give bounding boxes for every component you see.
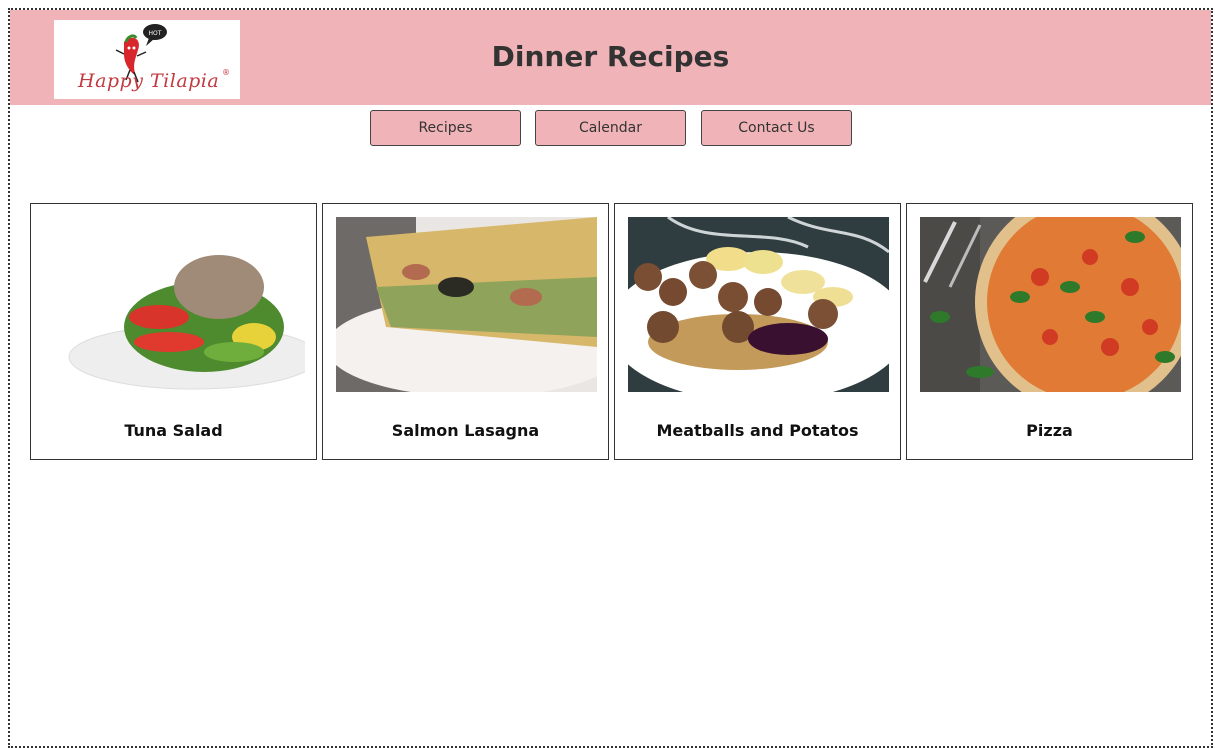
- recipe-card-tuna-salad[interactable]: Tuna Salad: [30, 203, 317, 460]
- nav-calendar-button[interactable]: Calendar: [535, 110, 686, 146]
- tuna-salad-image[interactable]: [44, 217, 305, 392]
- nav-recipes-button[interactable]: Recipes: [370, 110, 521, 146]
- recipe-card-meatballs-and-potatos[interactable]: Meatballs and Potatos: [614, 203, 901, 460]
- recipe-title[interactable]: Pizza: [907, 421, 1192, 440]
- pizza-image[interactable]: [920, 217, 1181, 392]
- logo-badge: HOT: [149, 30, 162, 37]
- recipe-card-salmon-lasagna[interactable]: Salmon Lasagna: [322, 203, 609, 460]
- recipe-title[interactable]: Salmon Lasagna: [323, 421, 608, 440]
- logo-text: Happy Tilapia: [78, 70, 220, 92]
- page-title: Dinner Recipes: [491, 40, 730, 73]
- recipe-card-pizza[interactable]: Pizza: [906, 203, 1193, 460]
- recipe-title[interactable]: Meatballs and Potatos: [615, 421, 900, 440]
- nav-contact-us-button[interactable]: Contact Us: [701, 110, 852, 146]
- page-header: HOT Happy Tilapia ® Dinner Recipes: [10, 10, 1211, 105]
- meatballs-and-potatos-image[interactable]: [628, 217, 889, 392]
- salmon-lasagna-image[interactable]: [336, 217, 597, 392]
- recipe-title[interactable]: Tuna Salad: [31, 421, 316, 440]
